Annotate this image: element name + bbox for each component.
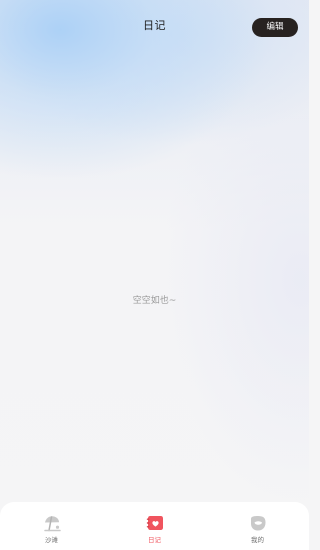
- tab-profile[interactable]: 我的: [206, 502, 309, 550]
- tab-label: 我的: [251, 536, 264, 544]
- bottom-tab-bar: 沙滩 日记 我的: [0, 502, 309, 550]
- beach-umbrella-icon: [43, 516, 61, 532]
- edit-button[interactable]: 编辑: [252, 18, 298, 37]
- empty-state-text: 空空如也~: [132, 296, 177, 306]
- tab-diary[interactable]: 日记: [103, 502, 206, 550]
- profile-blob-icon: [250, 516, 265, 531]
- diary-screen: 日记 编辑 空空如也~ 沙滩 日记 我的: [0, 0, 309, 550]
- diary-heart-icon: [146, 516, 163, 530]
- tab-label: 沙滩: [45, 536, 58, 544]
- tab-beach[interactable]: 沙滩: [0, 502, 103, 550]
- tab-label: 日记: [148, 536, 161, 544]
